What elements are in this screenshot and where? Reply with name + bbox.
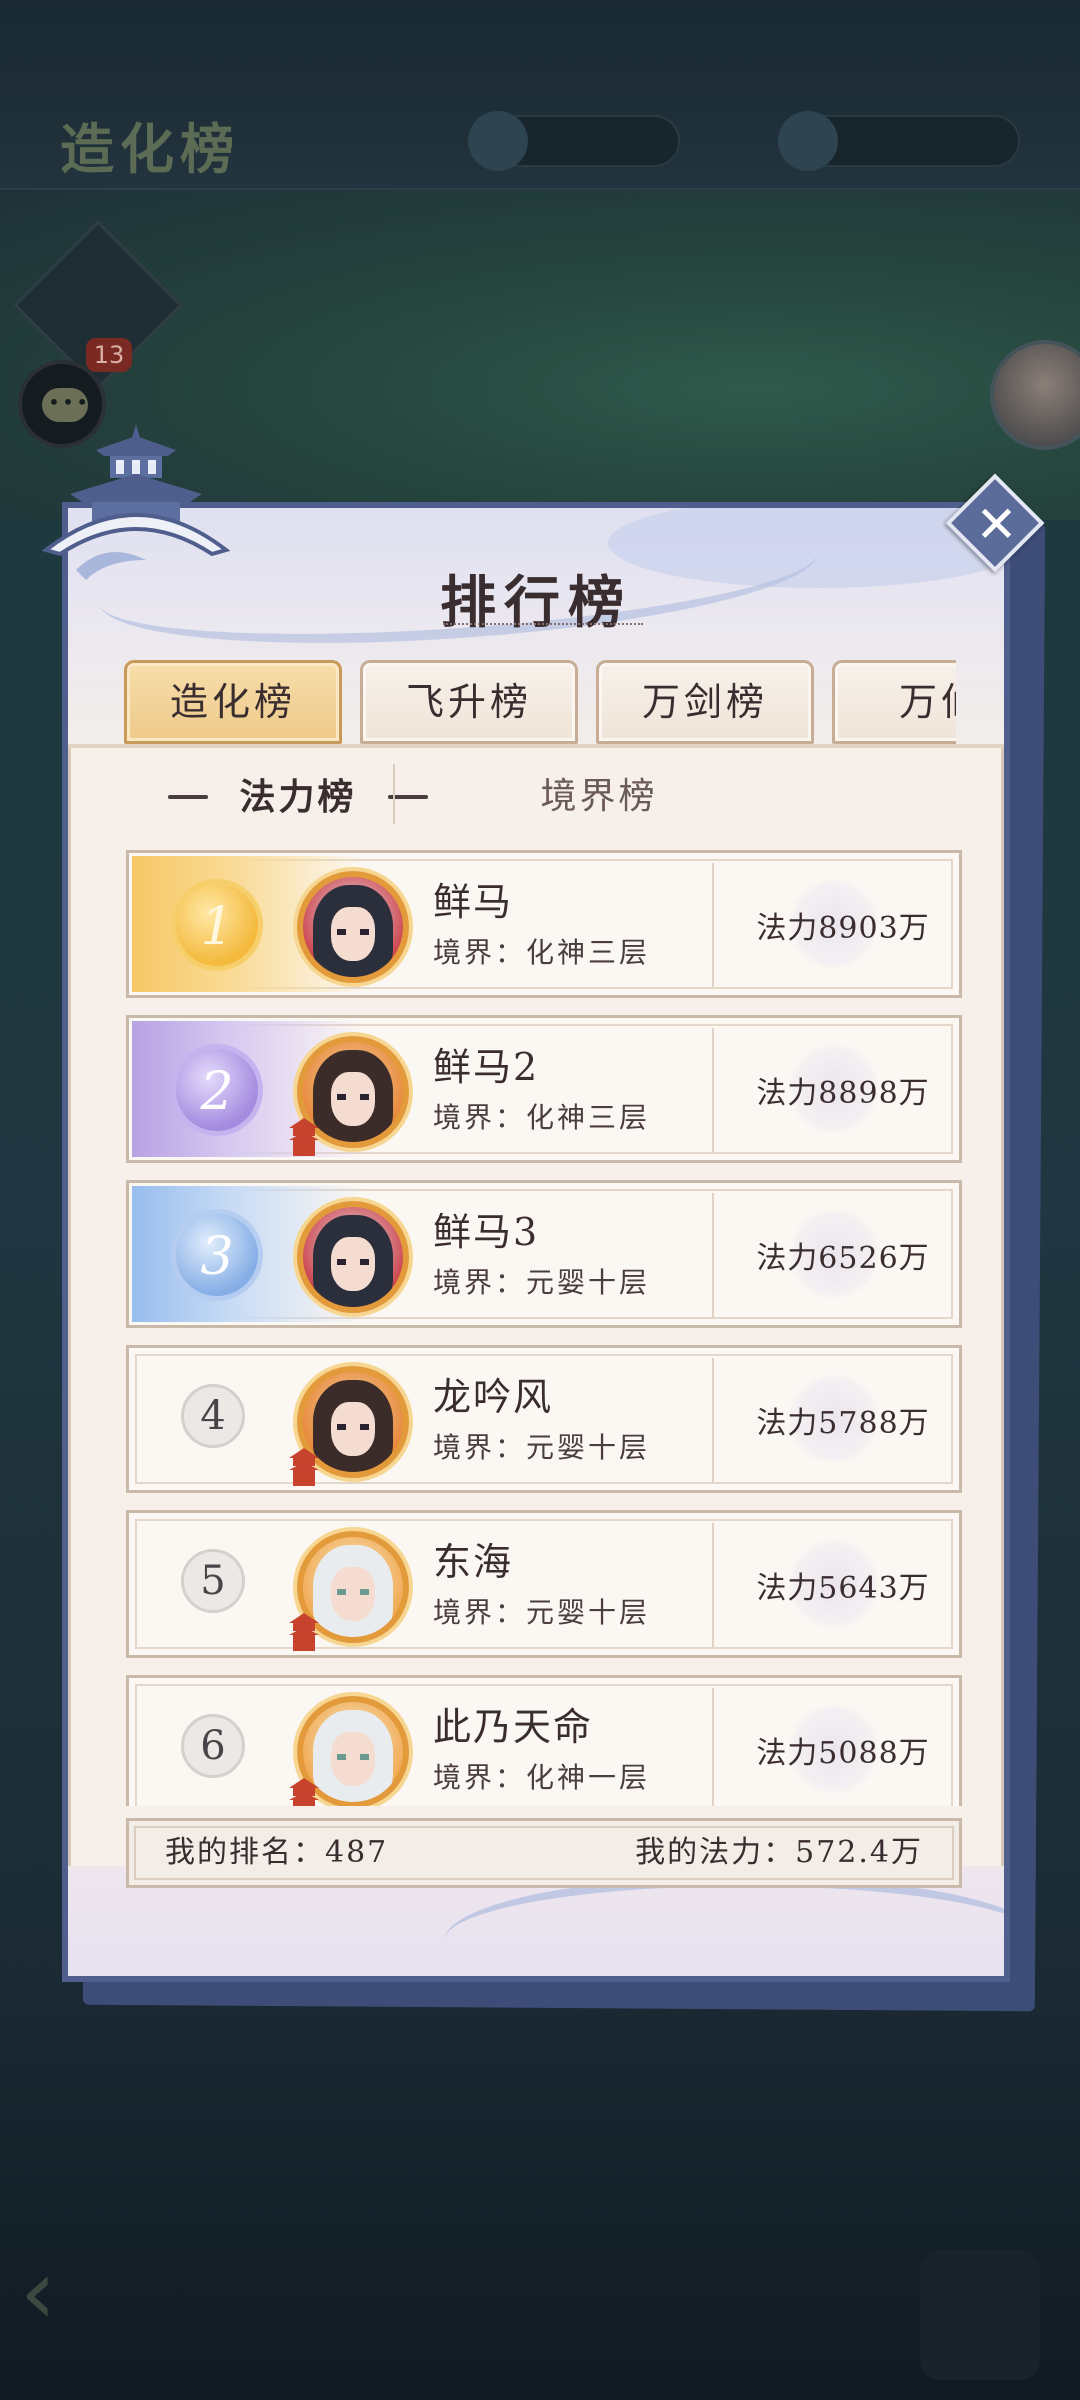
title-ornament: [443, 623, 643, 629]
ranking-row-6[interactable]: 6 此乃天命 境界：化神一层 法力5088万: [126, 1675, 962, 1806]
resource-icon: [778, 111, 838, 171]
player-power: 法力5088万: [756, 1736, 930, 1771]
player-realm: 境界：元婴十层: [433, 1596, 651, 1629]
background-back-arrow-icon: ‹: [20, 2240, 56, 2345]
ranking-row-2[interactable]: 2 鲜马2 境界：化神三层 法力8898万: [126, 1015, 962, 1163]
tab-wanjian[interactable]: 万剑榜: [596, 660, 814, 744]
subtab-divider: [393, 764, 395, 824]
pagoda-frame-icon: [289, 1448, 319, 1486]
player-realm: 境界：元婴十层: [433, 1431, 651, 1464]
ranking-row-3[interactable]: 3 鲜马3 境界：元婴十层 法力6526万: [126, 1180, 962, 1328]
pagoda-frame-icon: [289, 1778, 319, 1806]
background-title: 造化榜: [60, 117, 240, 181]
player-power: 法力8898万: [756, 1076, 930, 1111]
tabs-divider: [68, 744, 1004, 748]
row-divider: [712, 1193, 714, 1317]
pagoda-frame-icon: [289, 1613, 319, 1651]
blue-medal-icon: 3: [171, 1209, 263, 1301]
player-name: 鲜马2: [433, 1045, 540, 1089]
tab-feisheng[interactable]: 飞升榜: [360, 660, 578, 744]
player-name: 龙吟风: [433, 1375, 554, 1419]
player-name: 鲜马: [433, 880, 514, 924]
my-rank-bar: 我的排名：487 我的法力：572.4万: [126, 1818, 962, 1888]
player-realm: 境界：化神三层: [433, 936, 651, 969]
my-rank: 我的排名：487: [165, 1835, 389, 1870]
my-power: 我的法力：572.4万: [635, 1835, 923, 1870]
close-icon: ✕: [975, 495, 1018, 554]
player-realm: 境界：化神三层: [433, 1101, 651, 1134]
row-divider: [712, 1523, 714, 1647]
rank-number: 5: [181, 1549, 245, 1613]
leaderboard-panel: 排行榜 造化榜 飞升榜 万剑榜 万仙 法力榜 境界榜 1 鲜马 境界：化神三层 …: [62, 502, 1010, 1982]
row-divider: [712, 1688, 714, 1806]
player-power: 法力5643万: [756, 1571, 930, 1606]
purple-medal-icon: 2: [171, 1044, 263, 1136]
player-name: 鲜马3: [433, 1210, 540, 1254]
row-divider: [712, 1358, 714, 1482]
rank-number: 6: [181, 1714, 245, 1778]
tab-wanxian[interactable]: 万仙: [832, 660, 956, 744]
rank-number: 4: [181, 1384, 245, 1448]
resource-icon: [468, 111, 528, 171]
row-divider: [712, 1028, 714, 1152]
background-resource-1: [468, 111, 680, 171]
ranking-row-4[interactable]: 4 龙吟风 境界：元婴十层 法力5788万: [126, 1345, 962, 1493]
gold-medal-icon: 1: [171, 879, 263, 971]
player-power: 法力8903万: [756, 911, 930, 946]
ranking-list[interactable]: 1 鲜马 境界：化神三层 法力8903万 2 鲜马2 境界：化神三层 法力889…: [126, 850, 962, 1806]
player-avatar[interactable]: [297, 1201, 409, 1313]
subtab-jingjie[interactable]: 境界榜: [474, 762, 724, 832]
chat-notification-badge: 13: [86, 338, 132, 372]
row-divider: [712, 863, 714, 987]
ranking-row-1[interactable]: 1 鲜马 境界：化神三层 法力8903万: [126, 850, 962, 998]
player-power: 法力5788万: [756, 1406, 930, 1441]
category-tabs: 造化榜 飞升榜 万剑榜 万仙: [124, 656, 956, 746]
player-avatar[interactable]: [297, 871, 409, 983]
player-name: 东海: [433, 1540, 514, 1584]
pagoda-frame-icon: [289, 1118, 319, 1156]
pagoda-ornament-icon: [41, 424, 231, 580]
background-corner-button: [920, 2250, 1040, 2380]
ranking-row-5[interactable]: 5 东海 境界：元婴十层 法力5643万: [126, 1510, 962, 1658]
chat-icon: [42, 388, 88, 422]
player-name: 此乃天命: [433, 1705, 594, 1749]
player-realm: 境界：元婴十层: [433, 1266, 651, 1299]
subtab-fali[interactable]: 法力榜: [168, 762, 428, 832]
player-realm: 境界：化神一层: [433, 1761, 651, 1794]
tab-zaohua[interactable]: 造化榜: [124, 660, 342, 744]
player-power: 法力6526万: [756, 1241, 930, 1276]
background-resource-2: [778, 111, 1020, 171]
